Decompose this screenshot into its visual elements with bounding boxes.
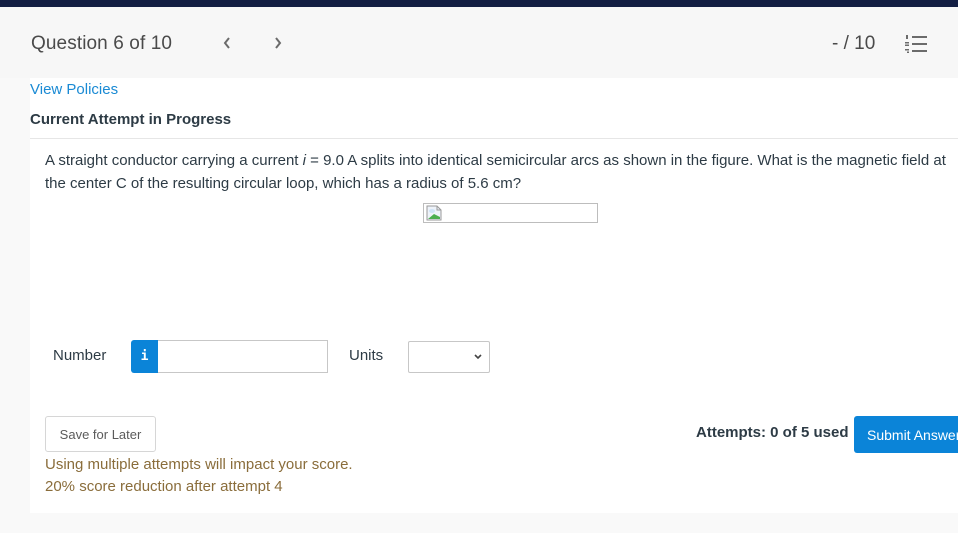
top-bar xyxy=(0,0,958,7)
question-content: View Policies Current Attempt in Progres… xyxy=(30,78,958,513)
number-input[interactable] xyxy=(158,340,328,373)
question-figure xyxy=(423,203,598,223)
numbered-list-icon xyxy=(905,35,927,53)
number-info-button[interactable]: i xyxy=(131,340,158,373)
attempts-used: Attempts: 0 of 5 used xyxy=(696,424,849,441)
units-label: Units xyxy=(349,347,384,364)
attempts-warning: Using multiple attempts will impact your… xyxy=(45,454,353,498)
warning-line: Using multiple attempts will impact your… xyxy=(45,456,353,473)
divider xyxy=(30,138,958,139)
submit-answer-button[interactable]: Submit Answer xyxy=(854,416,958,453)
question-list-button[interactable] xyxy=(905,34,929,54)
chevron-down-icon xyxy=(474,354,482,360)
broken-image-icon xyxy=(426,205,442,221)
attempt-status-heading: Current Attempt in Progress xyxy=(30,111,232,128)
previous-question-button[interactable] xyxy=(218,31,236,55)
next-question-button[interactable] xyxy=(269,31,287,55)
question-text: A straight conductor carrying a current … xyxy=(45,149,958,195)
number-label: Number xyxy=(53,347,107,364)
info-icon: i xyxy=(140,349,149,364)
view-policies-link[interactable]: View Policies xyxy=(30,81,118,98)
warning-line: 20% score reduction after attempt 4 xyxy=(45,478,283,495)
score-display: - / 10 xyxy=(832,33,876,54)
question-text-part: A straight conductor carrying a current xyxy=(45,152,303,169)
question-text-part: = 9.0 A splits into identical semicircul… xyxy=(305,152,946,169)
question-counter: Question 6 of 10 xyxy=(31,33,173,54)
save-for-later-button[interactable]: Save for Later xyxy=(45,416,156,452)
units-select[interactable] xyxy=(408,341,490,373)
chevron-left-icon xyxy=(223,37,230,49)
question-text-part: the center C of the resulting circular l… xyxy=(45,175,522,192)
chevron-right-icon xyxy=(275,37,282,49)
question-header: Question 6 of 10 - / 10 xyxy=(0,7,958,78)
